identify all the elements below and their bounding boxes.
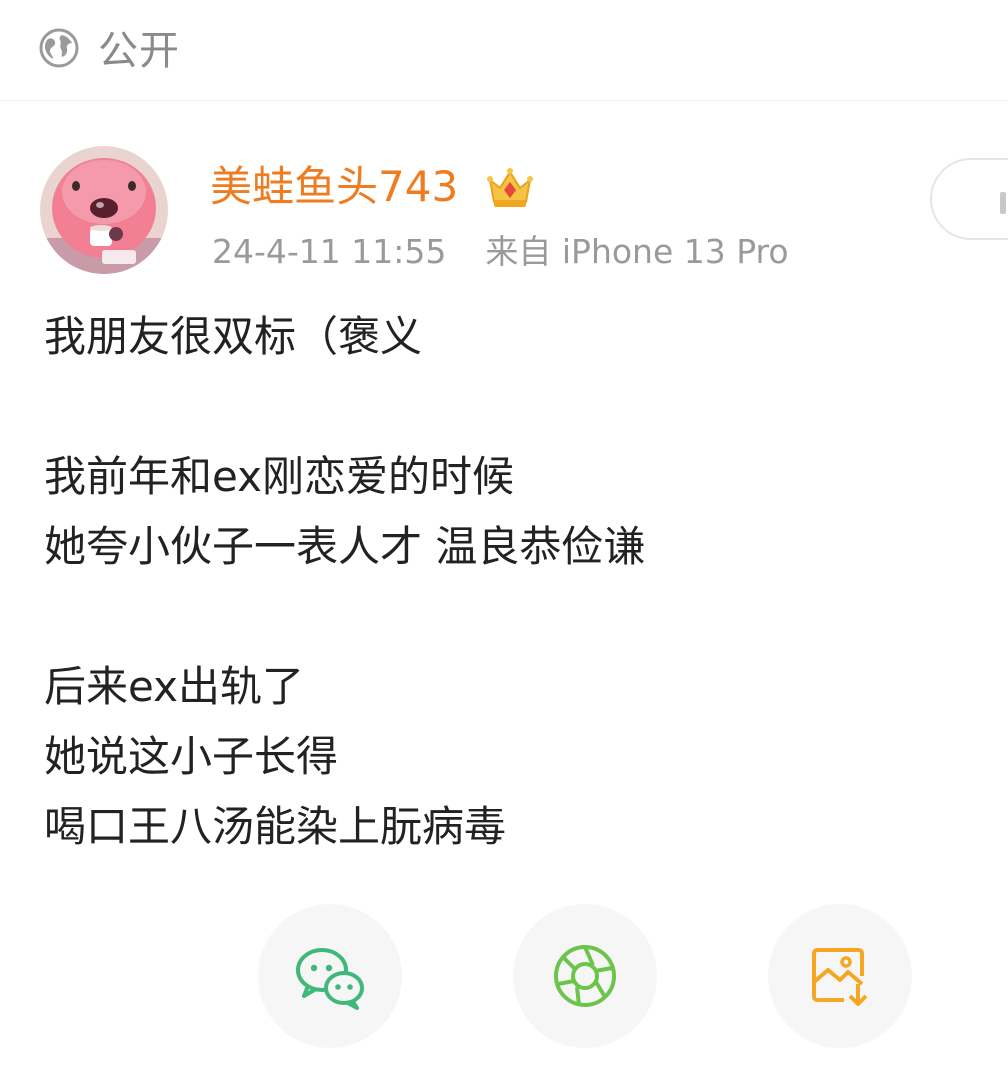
globe-icon	[39, 28, 79, 68]
username[interactable]: 美蛙鱼头743	[210, 160, 458, 214]
post-timestamp: 24-4-11 11:55	[212, 232, 447, 271]
post-body: 我朋友很双标（褒义 我前年和ex刚恋爱的时候 她夸小伙子一表人才 温良恭俭谦 后…	[44, 302, 964, 862]
post-line: 她说这小子长得	[44, 732, 339, 781]
crown-icon	[487, 168, 533, 207]
post-line	[44, 372, 964, 442]
post-meta: 24-4-11 11:55 来自 iPhone 13 Pro	[212, 230, 789, 274]
post-line: 她夸小伙子一表人才 温良恭俭谦	[44, 522, 646, 571]
share-moments-button[interactable]	[513, 904, 657, 1048]
post-line: 我前年和ex刚恋爱的时候	[44, 452, 514, 501]
post-detail-page: 公开 美蛙鱼头743 24-4-11 11:55 来自 iPhone 13 Pr…	[0, 0, 1008, 1081]
post-line: 喝口王八汤能染上朊病毒	[44, 802, 507, 851]
post-line	[44, 582, 964, 652]
visibility-bar[interactable]: 公开	[0, 0, 1008, 101]
post-source: 来自 iPhone 13 Pro	[485, 232, 789, 271]
wechat-icon	[296, 948, 364, 1010]
follow-button-mark	[1000, 192, 1006, 214]
avatar-image	[40, 146, 168, 274]
save-image-button[interactable]	[768, 904, 912, 1048]
moments-icon	[554, 945, 616, 1007]
follow-button[interactable]	[930, 158, 1008, 240]
save-image-icon	[812, 948, 868, 1006]
share-wechat-button[interactable]	[258, 904, 402, 1048]
post-line: 后来ex出轨了	[44, 662, 304, 711]
visibility-label: 公开	[98, 28, 180, 74]
avatar[interactable]	[40, 146, 168, 274]
post-line: 我朋友很双标（褒义	[44, 312, 423, 361]
